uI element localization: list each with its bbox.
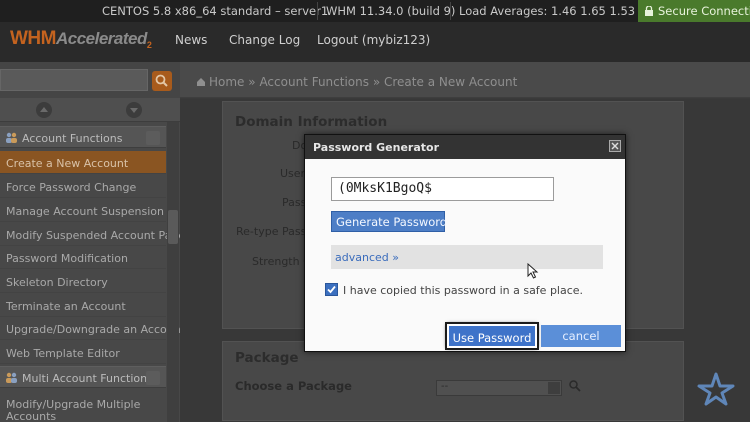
chevron-down-icon <box>130 108 138 113</box>
sidebar-item-terminate[interactable]: Terminate an Account <box>0 294 166 317</box>
logo-main: WHM <box>10 28 56 49</box>
sidebar-item-suspension[interactable]: Manage Account Suspension <box>0 199 166 222</box>
top-header: WHMAccelerated2 News Change Log Logout (… <box>0 22 750 62</box>
search-button[interactable] <box>152 71 172 91</box>
close-icon[interactable] <box>609 140 621 152</box>
collapse-icon[interactable] <box>146 371 160 385</box>
magnify-icon[interactable] <box>568 379 582 393</box>
collapse-icon[interactable] <box>146 131 160 145</box>
breadcrumb-current: Create a New Account <box>384 75 518 89</box>
scroll-down-button[interactable] <box>126 102 142 118</box>
lock-icon <box>645 6 653 16</box>
advanced-options-bar: advanced » <box>331 245 603 269</box>
password-label: Pass <box>282 196 307 209</box>
breadcrumb-home[interactable]: Home <box>209 75 244 89</box>
sidebar-item-modify-multiple-cont[interactable]: Accounts <box>0 408 166 422</box>
sidebar-scroll-controls <box>0 98 180 122</box>
server-status-bar: CENTOS 5.8 x86_64 standard – server1 WHM… <box>0 0 750 22</box>
whm-version: WHM 11.34.0 (build 9) <box>326 4 456 18</box>
chevron-down-icon <box>548 382 560 394</box>
chevron-up-icon <box>40 107 48 112</box>
home-icon <box>197 78 205 86</box>
username-label: User <box>280 167 306 180</box>
secure-connection-text: Secure Connection <box>658 4 750 18</box>
sidebar-item-suspended-page[interactable]: Modify Suspended Account Page <box>0 223 185 246</box>
generated-password-field[interactable]: (0MksK1BgoQ$ <box>331 177 554 201</box>
sidebar-item-web-template[interactable]: Web Template Editor <box>0 341 166 364</box>
sidebar-item-password-mod[interactable]: Password Modification <box>0 246 166 269</box>
load-averages: Load Averages: 1.46 1.65 1.53 <box>459 4 636 18</box>
strength-label: Strength C <box>252 255 311 268</box>
sidebar-item-upgrade[interactable]: Upgrade/Downgrade an Account <box>0 317 185 340</box>
package-select-value: -- <box>441 381 449 392</box>
users-icon <box>6 372 17 383</box>
generate-password-button[interactable]: Generate Password <box>331 211 447 232</box>
brand-watermark-icon <box>697 372 735 406</box>
domain-info-title: Domain Information <box>235 114 388 130</box>
package-title: Package <box>235 350 299 366</box>
breadcrumb: Home » Account Functions » Create a New … <box>196 75 517 89</box>
nav-news[interactable]: News <box>175 33 207 47</box>
sidebar-item-create-account[interactable]: Create a New Account <box>0 151 166 174</box>
sidebar-scrollbar[interactable] <box>167 122 179 422</box>
divider <box>450 2 451 20</box>
scroll-up-button[interactable] <box>36 102 52 118</box>
search-icon <box>155 74 168 87</box>
nav-change-log[interactable]: Change Log <box>229 33 300 47</box>
whm-logo[interactable]: WHMAccelerated2 <box>10 28 152 50</box>
checkmark-icon <box>327 285 336 294</box>
password-generator-dialog: Password Generator (0MksK1BgoQ$ Generate… <box>304 134 626 352</box>
sidebar-scroll-thumb[interactable] <box>168 210 178 244</box>
nav-logout[interactable]: Logout (mybiz123) <box>317 33 430 47</box>
breadcrumb-section[interactable]: Account Functions <box>259 75 369 89</box>
breadcrumb-bar: Home » Account Functions » Create a New … <box>180 62 750 98</box>
retype-password-label: Re-type Pass <box>236 225 307 238</box>
sidebar-item-modify-multiple[interactable]: Modify/Upgrade Multiple <box>0 392 166 411</box>
dialog-title: Password Generator <box>313 141 440 154</box>
use-password-button[interactable]: Use Password <box>445 322 539 350</box>
server-os-info: CENTOS 5.8 x86_64 standard – server1 <box>102 4 329 18</box>
mouse-cursor-icon <box>527 263 539 279</box>
advanced-link[interactable]: advanced » <box>335 251 399 264</box>
package-select[interactable]: -- <box>436 380 562 396</box>
breadcrumb-separator: » <box>248 75 256 89</box>
sidebar-search-area <box>0 62 180 98</box>
sidebar-item-skeleton[interactable]: Skeleton Directory <box>0 270 166 293</box>
divider <box>317 2 318 20</box>
secure-connection-badge: Secure Connection <box>638 0 750 22</box>
sidebar-item-force-password[interactable]: Force Password Change <box>0 175 166 198</box>
logo-accent: Accelerated <box>55 29 147 48</box>
sidebar-search-input[interactable] <box>0 69 148 91</box>
breadcrumb-separator: » <box>372 75 381 89</box>
choose-package-label: Choose a Package <box>235 379 352 393</box>
sidebar-group-label: Multi Account Functions <box>22 372 153 385</box>
users-icon <box>6 132 17 143</box>
sidebar-group-account-functions[interactable]: Account Functions <box>0 126 166 148</box>
copied-confirm-label: I have copied this password in a safe pl… <box>343 284 584 297</box>
sidebar-group-multi-account[interactable]: Multi Account Functions <box>0 366 166 388</box>
logo-sub: 2 <box>146 40 152 50</box>
sidebar: Account Functions Create a New Account F… <box>0 98 185 422</box>
dialog-header: Password Generator <box>305 135 625 159</box>
sidebar-group-label: Account Functions <box>22 132 123 145</box>
cancel-button[interactable]: cancel <box>541 325 621 347</box>
copied-confirm-checkbox[interactable] <box>325 283 338 296</box>
